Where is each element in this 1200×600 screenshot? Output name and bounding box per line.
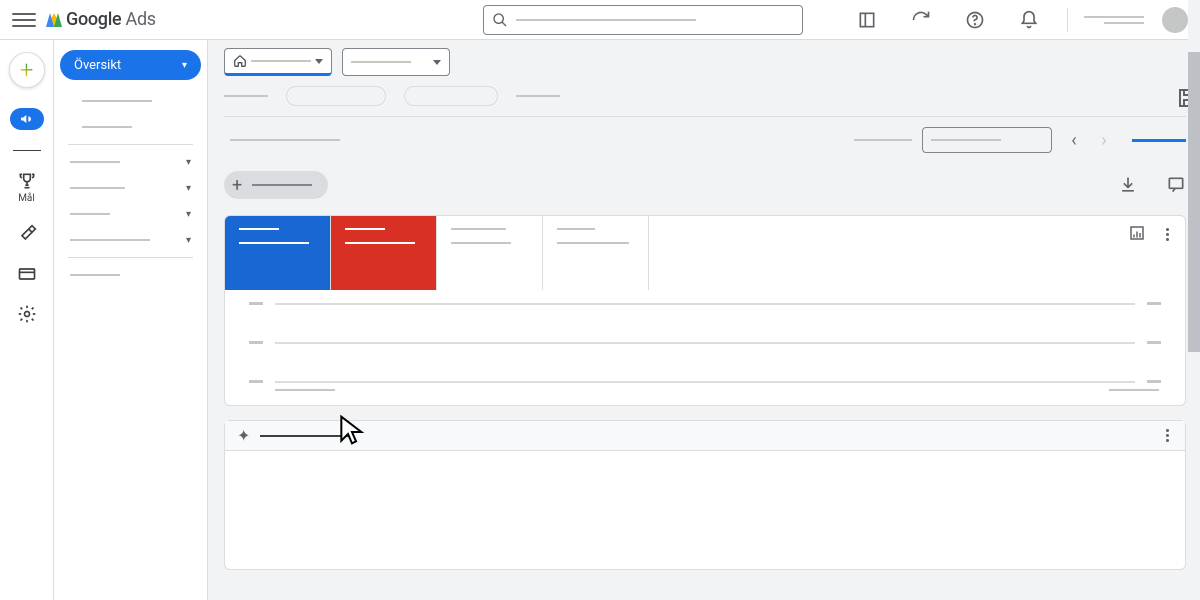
main-content: ‹ › +: [208, 40, 1200, 600]
tools-rail-item[interactable]: [17, 224, 37, 244]
nav-item-2[interactable]: [54, 114, 207, 140]
overview-nav-item[interactable]: Översikt ▾: [60, 50, 201, 80]
separator: [1067, 8, 1068, 32]
metric-tile-3[interactable]: [437, 216, 543, 290]
chevron-down-icon: ▾: [186, 183, 191, 194]
rail-divider: [13, 150, 41, 151]
date-label: [854, 139, 912, 141]
search-input[interactable]: [483, 5, 803, 35]
card-menu-icon[interactable]: [1162, 224, 1173, 245]
card-icon: [17, 264, 37, 284]
notifications-icon[interactable]: [1019, 10, 1039, 30]
divider: [224, 116, 1186, 117]
top-bar: Google Ads: [0, 0, 1200, 40]
ads-logo-icon: [46, 13, 62, 27]
metric-tile-4[interactable]: [543, 216, 649, 290]
nav-item-1[interactable]: [54, 88, 207, 114]
trophy-icon: [17, 171, 37, 191]
wrench-icon: [17, 224, 37, 244]
filter-chip[interactable]: [404, 86, 498, 106]
refresh-icon[interactable]: [911, 10, 931, 30]
reports-icon[interactable]: [857, 10, 877, 30]
create-button[interactable]: +: [9, 52, 45, 88]
campaign-selector[interactable]: [342, 48, 450, 76]
chevron-down-icon: ▾: [186, 235, 191, 246]
scrollbar-track[interactable]: [1188, 0, 1200, 600]
goals-label: Mål: [18, 193, 35, 204]
account-id-placeholder: [1104, 22, 1144, 24]
page-title: [230, 139, 340, 141]
download-icon[interactable]: [1118, 175, 1138, 195]
active-indicator: [1132, 139, 1186, 142]
campaigns-rail-button[interactable]: [10, 108, 44, 130]
help-icon[interactable]: [965, 10, 985, 30]
overview-label: Översikt: [74, 58, 121, 73]
card-menu-icon[interactable]: [1162, 425, 1173, 446]
x-axis-start: [275, 389, 335, 391]
billing-rail-item[interactable]: [17, 264, 37, 284]
nav-group-1[interactable]: ▾: [54, 149, 207, 175]
admin-rail-item[interactable]: [17, 304, 37, 324]
dropdown-arrow-icon: [315, 59, 323, 64]
breadcrumb-filters: [224, 86, 1186, 106]
search-icon: [492, 12, 508, 28]
expand-chart-icon[interactable]: [1128, 224, 1146, 242]
nav-separator: [68, 257, 193, 258]
chevron-down-icon: ▾: [182, 60, 187, 71]
hamburger-icon[interactable]: [12, 8, 36, 32]
metric-tile-1[interactable]: [225, 216, 331, 290]
nav-group-3[interactable]: ▾: [54, 201, 207, 227]
nav-item-last[interactable]: [54, 262, 207, 288]
date-range-selector[interactable]: [922, 127, 1052, 153]
breadcrumb-item[interactable]: [224, 95, 268, 97]
goals-rail-item[interactable]: Mål: [17, 171, 37, 204]
scrollbar-thumb[interactable]: [1188, 52, 1200, 352]
filter-chip[interactable]: [286, 86, 386, 106]
side-navigation: Översikt ▾ ▾ ▾ ▾ ▾: [54, 40, 208, 600]
plus-icon: +: [232, 175, 242, 196]
insights-title: [260, 435, 350, 437]
insights-card: ✦: [224, 420, 1186, 570]
next-period-button[interactable]: ›: [1092, 128, 1116, 152]
feedback-icon[interactable]: [1166, 175, 1186, 195]
x-axis-end: [1109, 389, 1159, 391]
chevron-down-icon: ▾: [186, 209, 191, 220]
metric-tile-2[interactable]: [331, 216, 437, 290]
gear-icon: [17, 304, 37, 324]
logo-text: Google Ads: [66, 9, 156, 30]
account-selector[interactable]: [224, 48, 332, 76]
google-ads-logo[interactable]: Google Ads: [46, 9, 156, 30]
avatar[interactable]: [1162, 7, 1188, 33]
account-name-placeholder: [1084, 16, 1144, 18]
prev-period-button[interactable]: ‹: [1062, 128, 1086, 152]
nav-group-2[interactable]: ▾: [54, 175, 207, 201]
home-icon: [233, 54, 247, 68]
add-filter-chip[interactable]: +: [224, 171, 328, 199]
nav-group-4[interactable]: ▾: [54, 227, 207, 253]
plus-icon: +: [20, 56, 34, 84]
metrics-card: [224, 215, 1186, 406]
megaphone-icon: [19, 111, 35, 127]
nav-separator: [68, 144, 193, 145]
sparkle-icon: ✦: [237, 426, 250, 445]
breadcrumb-item[interactable]: [516, 95, 560, 97]
chevron-down-icon: ▾: [186, 157, 191, 168]
dropdown-arrow-icon: [433, 60, 441, 65]
left-rail: + Mål: [0, 40, 54, 600]
line-chart: [225, 290, 1185, 405]
